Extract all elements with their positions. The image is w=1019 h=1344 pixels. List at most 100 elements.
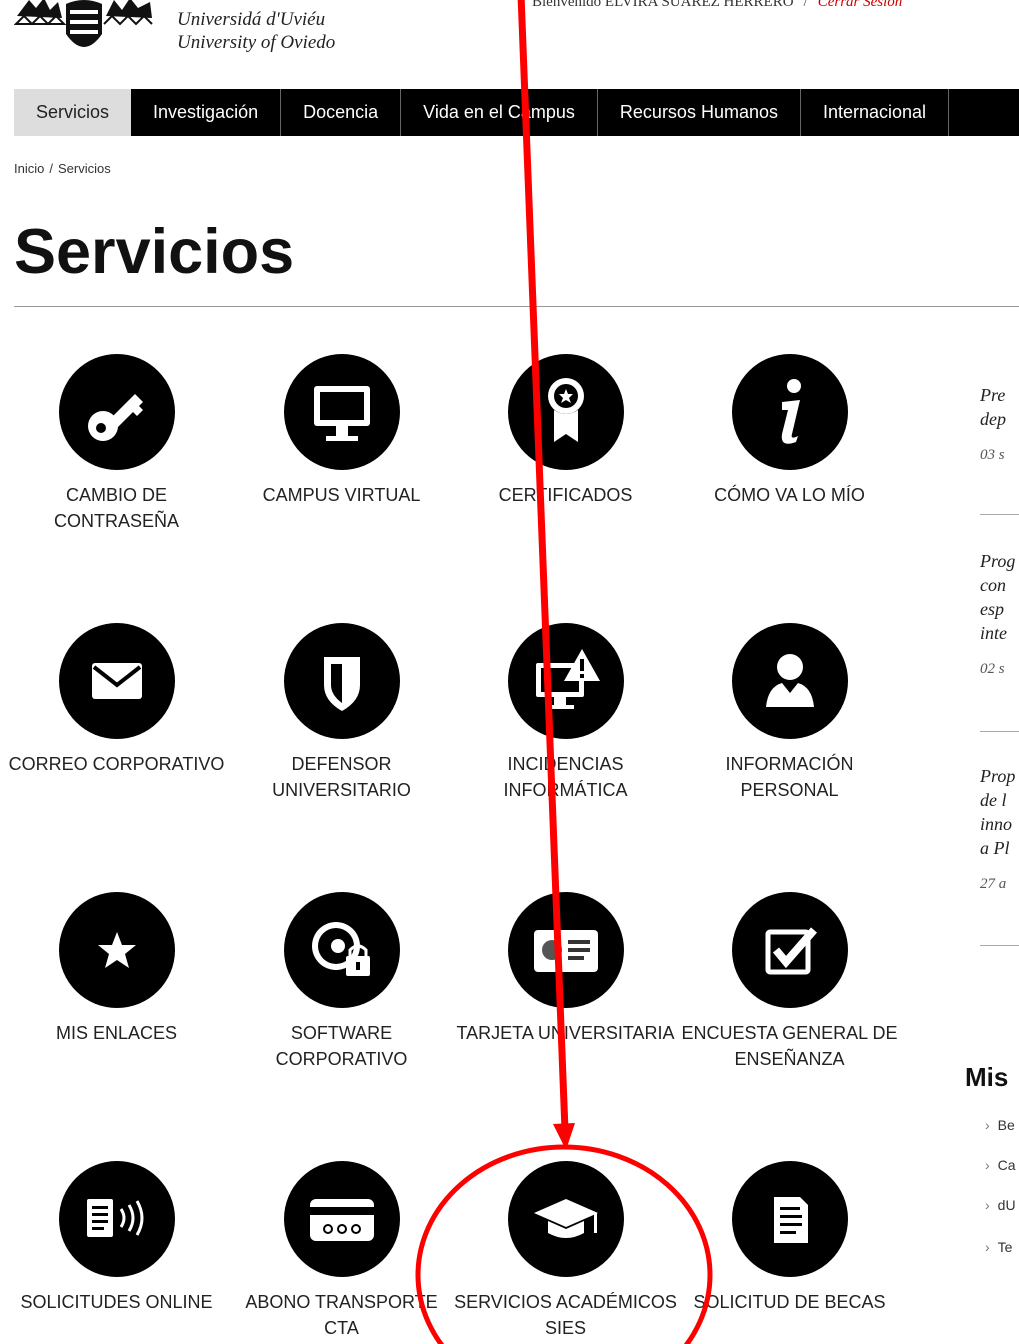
user-bar: Bienvenido ELVIRA SUÁREZ HERRERO / Cerrar … (532, 0, 902, 18)
news-date: 27 a (980, 876, 1007, 892)
document-wireless-icon (58, 1161, 175, 1277)
news-divider (980, 514, 1019, 515)
breadcrumb-home[interactable]: Inicio (14, 161, 44, 176)
software-lock-icon (283, 892, 400, 1008)
service-software-corporativo[interactable]: SOFTWARE CORPORATIVO (229, 892, 454, 1072)
service-como-va-lo-mio[interactable]: CÓMO VA LO MÍO (677, 354, 902, 508)
breadcrumb: Inicio / Servicios (14, 161, 111, 176)
info-icon (731, 354, 848, 470)
sidebar-title: Mis (965, 1062, 1009, 1092)
news-date: 03 s (980, 447, 1005, 463)
news-divider (980, 731, 1019, 732)
university-name: Universidá d'Uviéu University of Oviedo (177, 8, 335, 54)
sidebar-link[interactable]: › Be (985, 1117, 1019, 1133)
news-title-line: inte (980, 623, 1007, 643)
monitor-icon (283, 354, 400, 470)
logout-link[interactable]: Cerrar Sesión (818, 0, 903, 10)
service-label: INFORMACIÓN PERSONAL (725, 754, 854, 800)
news-title-line: Prop (980, 766, 1016, 786)
news-divider (980, 945, 1019, 946)
university-name-asturian: Universidá d'Uviéu (177, 9, 326, 30)
service-encuesta-general[interactable]: ENCUESTA GENERAL DE ENSEÑANZA (677, 892, 902, 1072)
news-title-line: Prog (980, 551, 1016, 571)
star-icon (58, 892, 175, 1008)
computer-warning-icon (507, 623, 624, 739)
news-title-line: dep (980, 409, 1006, 429)
service-label: SERVICIOS ACADÉMICOS SIES (454, 1292, 677, 1338)
service-solicitudes-online[interactable]: SOLICITUDES ONLINE (4, 1161, 229, 1315)
service-correo-corporativo[interactable]: CORREO CORPORATIVO (4, 623, 229, 777)
sidebar-link[interactable]: › Te (985, 1239, 1019, 1255)
certificate-icon (507, 354, 624, 470)
nav-item-recursos-humanos[interactable]: Recursos Humanos (598, 89, 801, 136)
service-label: SOLICITUD DE BECAS (693, 1292, 886, 1312)
service-label: SOFTWARE CORPORATIVO (275, 1023, 408, 1069)
service-label: TARJETA UNIVERSITARIA (456, 1023, 675, 1043)
breadcrumb-separator: / (49, 161, 53, 176)
service-abono-transporte[interactable]: ABONO TRANSPORTE CTA (229, 1161, 454, 1341)
chevron-right-icon: › (985, 1117, 990, 1133)
service-label: SOLICITUDES ONLINE (20, 1292, 213, 1312)
news-title-line: con (980, 575, 1006, 595)
service-label: INCIDENCIAS INFORMÁTICA (503, 754, 628, 800)
key-icon (58, 354, 175, 470)
sidebar-link-label: Ca (997, 1157, 1016, 1173)
sidebar-link-label: dU (997, 1197, 1016, 1213)
nav-item-vida-campus[interactable]: Vida en el Campus (401, 89, 598, 136)
service-defensor-universitario[interactable]: DEFENSOR UNIVERSITARIO (229, 623, 454, 803)
sidebar-link[interactable]: › Ca (985, 1157, 1019, 1173)
service-incidencias-informatica[interactable]: INCIDENCIAS INFORMÁTICA (453, 623, 678, 803)
transport-card-icon (283, 1161, 400, 1277)
sidebar-link[interactable]: › dU (985, 1197, 1019, 1213)
page-title: Servicios (14, 217, 295, 287)
news-date: 02 s (980, 661, 1005, 677)
service-tarjeta-universitaria[interactable]: TARJETA UNIVERSITARIA (453, 892, 678, 1046)
news-title-line: Pre (980, 385, 1006, 405)
service-label: CÓMO VA LO MÍO (714, 485, 865, 505)
service-mis-enlaces[interactable]: MIS ENLACES (4, 892, 229, 1046)
shield-icon (283, 623, 400, 739)
service-label: CORREO CORPORATIVO (8, 754, 225, 774)
nav-item-servicios[interactable]: Servicios (14, 89, 132, 136)
university-name-english: University of Oviedo (177, 32, 336, 53)
nav-item-investigacion[interactable]: Investigación (131, 89, 282, 136)
chevron-right-icon: › (985, 1239, 990, 1255)
nav-item-docencia[interactable]: Docencia (281, 89, 402, 136)
university-logo (14, 0, 153, 47)
news-item[interactable]: Prop de l inno a Pl 27 a (980, 764, 1019, 896)
service-label: CAMPUS VIRTUAL (262, 485, 421, 505)
service-label: DEFENSOR UNIVERSITARIO (272, 754, 411, 800)
welcome-text: Bienvenido ELVIRA SUÁREZ HERRERO (532, 0, 794, 10)
nav-item-internacional[interactable]: Internacional (801, 89, 950, 136)
news-title-line: de l (980, 790, 1007, 810)
service-solicitud-becas[interactable]: SOLICITUD DE BECAS (677, 1161, 902, 1315)
chevron-right-icon: › (985, 1157, 990, 1173)
news-title-line: esp (980, 599, 1004, 619)
envelope-icon (58, 623, 175, 739)
breadcrumb-current: Servicios (57, 161, 111, 176)
main-nav: Servicios Investigación Docencia Vida en… (14, 89, 1019, 136)
news-title-line: a Pl (980, 838, 1010, 858)
annotation-arrow-head (553, 1123, 575, 1150)
sidebar-link-label: Be (997, 1117, 1015, 1133)
person-icon (731, 623, 848, 739)
service-campus-virtual[interactable]: CAMPUS VIRTUAL (229, 354, 454, 508)
service-label: MIS ENLACES (55, 1023, 178, 1043)
graduation-cap-icon (507, 1161, 624, 1277)
checkbox-icon (731, 892, 848, 1008)
service-servicios-academicos-sies[interactable]: SERVICIOS ACADÉMICOS SIES (453, 1161, 678, 1341)
service-label: ABONO TRANSPORTE CTA (245, 1292, 438, 1338)
service-certificados[interactable]: CERTIFICADOS (453, 354, 678, 508)
service-cambio-contrasena[interactable]: CAMBIO DE CONTRASEÑA (4, 354, 229, 534)
sidebar-link-label: Te (997, 1239, 1013, 1255)
id-card-icon (507, 892, 624, 1008)
service-label: ENCUESTA GENERAL DE ENSEÑANZA (681, 1023, 898, 1069)
service-label: CAMBIO DE CONTRASEÑA (53, 485, 179, 531)
news-item[interactable]: Pre dep 03 s (980, 383, 1019, 467)
news-title-line: inno (980, 814, 1013, 834)
service-label: CERTIFICADOS (498, 485, 633, 505)
document-icon (731, 1161, 848, 1277)
news-item[interactable]: Prog con esp inte 02 s (980, 549, 1019, 681)
service-informacion-personal[interactable]: INFORMACIÓN PERSONAL (677, 623, 902, 803)
user-bar-separator: / (803, 0, 808, 10)
